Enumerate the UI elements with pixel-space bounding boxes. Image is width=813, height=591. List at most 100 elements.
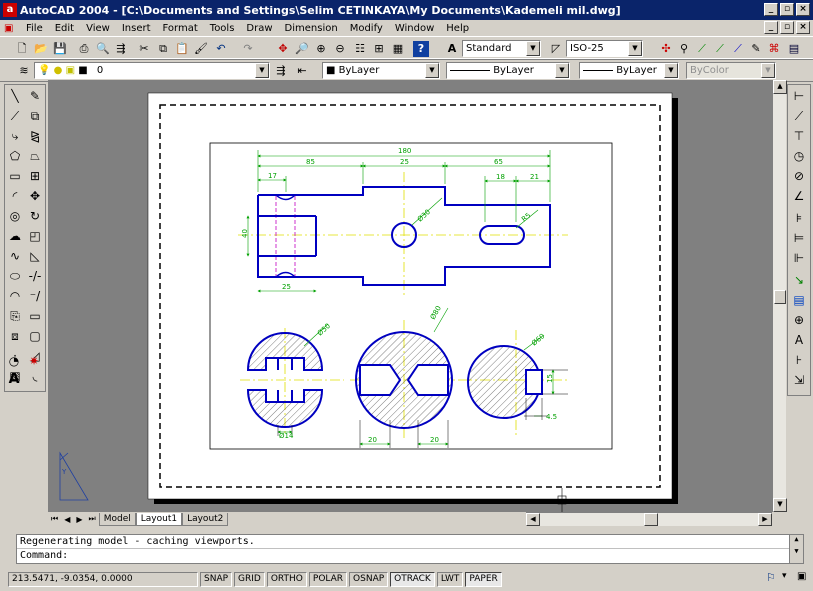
mtext-icon[interactable]: A — [5, 370, 23, 388]
horizontal-scrollbar[interactable]: ◀ ▶ — [526, 512, 772, 526]
matchprop-icon[interactable]: 🖌 — [193, 41, 209, 57]
scroll-up-icon[interactable]: ▲ — [773, 80, 787, 94]
erase-icon[interactable]: ✎ — [26, 87, 44, 105]
tab-layout2[interactable]: Layout2 — [182, 512, 229, 526]
help-icon[interactable]: ? — [413, 41, 429, 57]
menu-edit[interactable]: Edit — [49, 23, 80, 34]
grid-button[interactable]: GRID — [234, 571, 265, 587]
tab-layout1[interactable]: Layout1 — [135, 512, 183, 526]
drawing-area[interactable]: 180 85 25 65 17 18 21 25 40 Ø30 R5 Ø50 Ø… — [48, 80, 772, 512]
tab-model[interactable]: Model — [98, 512, 136, 526]
tab-last-icon[interactable]: ⏭ — [86, 514, 99, 524]
menu-file[interactable]: File — [20, 23, 49, 34]
baseline-dim-icon[interactable]: ⊨ — [790, 229, 808, 247]
revcloud-icon[interactable]: ☁ — [6, 227, 24, 245]
horizontal-scroll-thumb[interactable] — [644, 513, 658, 526]
tray-arrow-icon[interactable]: ▾ — [782, 571, 787, 581]
doc-icon[interactable]: ▣ — [4, 23, 20, 34]
menu-format[interactable]: Format — [157, 23, 204, 34]
scroll-down-icon[interactable]: ▼ — [790, 547, 803, 555]
block-icon[interactable]: ⟋ — [712, 41, 728, 57]
make-current-icon[interactable]: ⇶ — [273, 63, 289, 79]
color-select[interactable]: ■ ByLayer ▼ — [322, 62, 440, 79]
angular-dim-icon[interactable]: ∠ — [790, 187, 808, 205]
tolerance-icon[interactable]: ▤ — [790, 291, 808, 309]
leader-icon[interactable]: ↘ — [790, 271, 808, 289]
diameter-dim-icon[interactable]: ⊘ — [790, 167, 808, 185]
zoom-previous-icon[interactable]: ⊖ — [332, 41, 348, 57]
open-icon[interactable]: 📂 — [33, 41, 49, 57]
designcenter-icon[interactable]: ⊞ — [371, 41, 387, 57]
close-button[interactable]: × — [796, 3, 810, 16]
explode-icon[interactable]: ✷ — [25, 352, 43, 370]
osnap-button[interactable]: OSNAP — [349, 571, 389, 587]
new-icon[interactable]: 🗋 — [14, 41, 30, 57]
scroll-up-icon[interactable]: ▲ — [790, 535, 803, 543]
scroll-down-icon[interactable]: ▼ — [773, 498, 787, 512]
text-style-icon[interactable]: A — [444, 41, 460, 57]
extend-icon[interactable]: ⁻/ — [26, 287, 44, 305]
save-icon[interactable]: 💾 — [52, 41, 68, 57]
pan-icon[interactable]: ✥ — [275, 41, 291, 57]
undo-icon[interactable]: ↶ — [213, 41, 229, 57]
xline-icon[interactable]: ⟋ — [6, 107, 24, 125]
otrack-button[interactable]: OTRACK — [390, 571, 435, 587]
command-scrollbar[interactable]: ▲ ▼ — [789, 535, 803, 563]
polar-button[interactable]: POLAR — [308, 571, 348, 587]
scroll-left-icon[interactable]: ◀ — [526, 513, 540, 526]
join-icon[interactable]: ▢ — [26, 327, 44, 345]
properties-icon[interactable]: ☷ — [352, 41, 368, 57]
dim-edit-icon[interactable]: A — [790, 331, 808, 349]
rtpan-icon[interactable]: ✣ — [658, 41, 674, 57]
continue-dim-icon[interactable]: ⊩ — [790, 249, 808, 267]
mirror-icon[interactable]: ⧎ — [26, 127, 44, 145]
menu-view[interactable]: View — [80, 23, 116, 34]
trim-icon[interactable]: -/- — [26, 267, 44, 285]
command-prompt[interactable]: Command: — [17, 549, 803, 562]
line-icon[interactable]: ╲ — [6, 87, 24, 105]
doc-restore-button[interactable]: ▫ — [780, 21, 794, 34]
menu-draw[interactable]: Draw — [240, 23, 278, 34]
break-icon[interactable]: ▭ — [26, 307, 44, 325]
tab-prev-icon[interactable]: ◀ — [61, 515, 73, 524]
text-style-select[interactable]: Standard ▼ — [462, 40, 541, 57]
doc-minimize-button[interactable]: _ — [764, 21, 778, 34]
toolpalettes-icon[interactable]: ▦ — [390, 41, 406, 57]
preview-icon[interactable]: 🔍 — [95, 41, 111, 57]
move-icon[interactable]: ✥ — [26, 187, 44, 205]
menu-modify[interactable]: Modify — [344, 23, 389, 34]
lwt-button[interactable]: LWT — [436, 571, 464, 587]
ordinate-dim-icon[interactable]: ⊤ — [790, 127, 808, 145]
lineweight-select[interactable]: ByLayer ▼ — [579, 62, 679, 79]
menu-insert[interactable]: Insert — [116, 23, 157, 34]
vertical-scroll-thumb[interactable] — [774, 290, 786, 304]
dim-style-select[interactable]: ISO-25 ▼ — [566, 40, 643, 57]
radius-dim-icon[interactable]: ◷ — [790, 147, 808, 165]
offset-icon[interactable]: ⏢ — [26, 147, 44, 165]
publish-icon[interactable]: ⇶ — [113, 41, 129, 57]
make-block-icon[interactable]: ⧈ — [6, 327, 24, 345]
doc-close-button[interactable]: × — [796, 21, 810, 34]
zoom-realtime-icon[interactable]: 🔎 — [294, 41, 310, 57]
command-window[interactable]: Regenerating model - caching viewports. … — [16, 534, 804, 564]
comm-center-icon[interactable]: ⚐ — [766, 571, 776, 584]
paste-icon[interactable]: 📋 — [174, 41, 190, 57]
menu-window[interactable]: Window — [389, 23, 440, 34]
center-mark-icon[interactable]: ⊕ — [790, 311, 808, 329]
minimize-button[interactable]: _ — [764, 3, 778, 16]
polygon-icon[interactable]: ⬠ — [6, 147, 24, 165]
copy-object-icon[interactable]: ⧉ — [26, 107, 44, 125]
tab-first-icon[interactable]: ⏮ — [48, 514, 61, 524]
cut-icon[interactable]: ✂ — [136, 41, 152, 57]
ortho-button[interactable]: ORTHO — [266, 571, 307, 587]
coordinate-readout[interactable]: 213.5471, -9.0354, 0.0000 — [8, 571, 198, 587]
stretch-icon[interactable]: ◺ — [26, 247, 44, 265]
grid-tool-icon[interactable]: ▤ — [786, 41, 802, 57]
xref-icon[interactable]: ⚲ — [676, 41, 692, 57]
dim-update-icon[interactable]: ⇲ — [790, 371, 808, 389]
linetype-select[interactable]: ByLayer ▼ — [446, 62, 570, 79]
paper-button[interactable]: PAPER — [465, 571, 502, 587]
menu-dimension[interactable]: Dimension — [279, 23, 344, 34]
menu-tools[interactable]: Tools — [204, 23, 241, 34]
aligned-dim-icon[interactable]: ⟋ — [790, 107, 808, 125]
